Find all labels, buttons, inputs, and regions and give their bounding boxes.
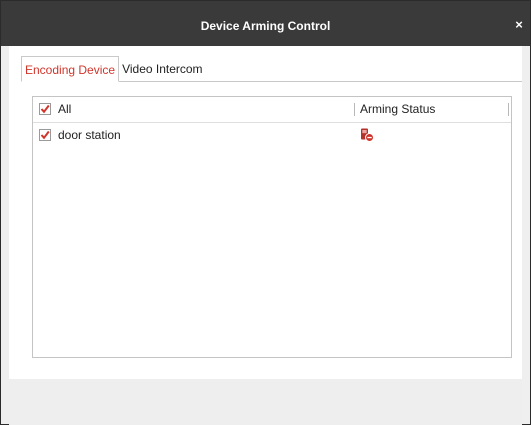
disarmed-status-icon[interactable]	[360, 128, 374, 142]
column-separator[interactable]	[354, 103, 355, 116]
arming-status-column-header[interactable]: Arming Status	[360, 97, 435, 122]
list-header: All Arming Status	[33, 97, 511, 123]
dialog-footer	[9, 379, 522, 425]
select-all-checkbox[interactable]	[39, 103, 51, 115]
close-icon[interactable]: ×	[512, 17, 526, 33]
list-item[interactable]: door station	[33, 123, 511, 147]
dialog-title: Device Arming Control	[200, 19, 331, 33]
device-checkbox[interactable]	[39, 129, 51, 141]
dialog-body: Encoding Device Video Intercom All Armin…	[9, 46, 522, 379]
device-list: All Arming Status door station	[32, 96, 512, 358]
column-separator[interactable]	[508, 103, 509, 116]
device-arming-control-dialog: Device Arming Control × Encoding Device …	[0, 0, 531, 425]
tab-video-intercom[interactable]: Video Intercom	[119, 56, 206, 82]
device-name: door station	[58, 128, 121, 142]
tab-panel: All Arming Status door station	[21, 81, 522, 379]
tab-bar: Encoding Device Video Intercom	[21, 54, 206, 82]
select-all-label: All	[58, 102, 72, 116]
tab-encoding-device[interactable]: Encoding Device	[21, 56, 120, 82]
title-bar: Device Arming Control ×	[1, 1, 530, 46]
